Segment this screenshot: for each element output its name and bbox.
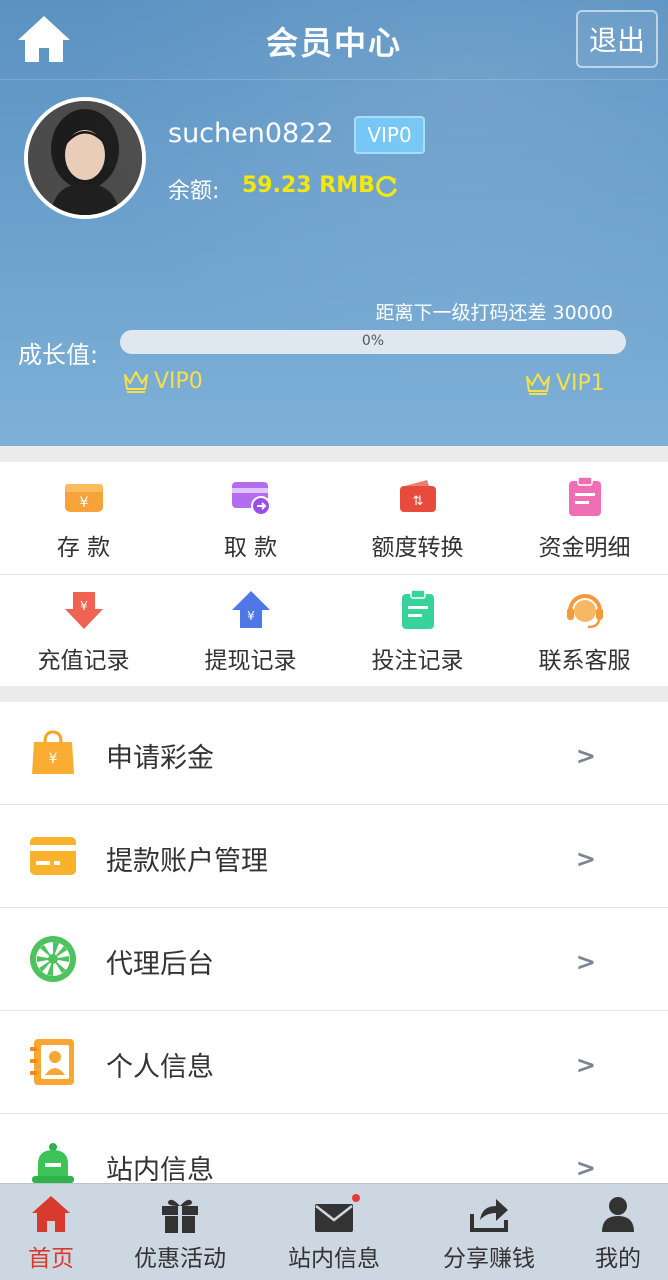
crown-icon <box>124 371 148 393</box>
username: suchen0822 <box>168 118 334 149</box>
nav-label: 分享赚钱 <box>443 1246 535 1272</box>
nav-mine[interactable]: 我的 <box>568 1184 668 1280</box>
contact-book-icon <box>30 1039 74 1085</box>
agent-wheel-icon <box>30 936 76 982</box>
list-item-apply-bonus[interactable]: ¥ 申请彩金 > <box>0 702 668 805</box>
list-item-withdraw-accounts[interactable]: 提款账户管理 > <box>0 805 668 908</box>
list-item-personal-info[interactable]: 个人信息 > <box>0 1011 668 1114</box>
bonus-bag-icon: ¥ <box>32 730 74 774</box>
chevron-right-icon: > <box>575 948 596 976</box>
balance-value: 59.23 RMB <box>242 173 375 198</box>
logout-button[interactable]: 退出 <box>576 10 658 68</box>
svg-text:¥: ¥ <box>80 495 89 511</box>
svg-text:¥: ¥ <box>247 609 255 623</box>
current-level: VIP0 <box>122 368 203 394</box>
grid-item-recharge-record[interactable]: ¥ 充值记录 <box>0 575 167 686</box>
grid-label: 联系客服 <box>538 648 631 674</box>
balance-label: 余额: <box>168 179 220 204</box>
grid-label: 额度转换 <box>371 535 464 561</box>
user-icon <box>602 1197 634 1232</box>
current-level-label: VIP0 <box>154 368 203 394</box>
recharge-record-icon: ¥ <box>65 592 103 629</box>
next-level-requirement: 距离下一级打码还差 30000 <box>375 302 613 324</box>
divider <box>0 686 668 702</box>
chevron-right-icon: > <box>575 845 596 873</box>
gift-icon <box>162 1199 198 1233</box>
grid-item-transfer[interactable]: ⇅ 额度转换 <box>334 462 501 573</box>
list-item-label: 代理后台 <box>106 949 214 980</box>
divider <box>0 446 668 462</box>
withdraw-record-icon: ¥ <box>232 591 270 628</box>
menu-list: ¥ 申请彩金 > 提款账户管理 > 代理后台 > 个人信息 > 站内信息 > <box>0 702 668 1217</box>
list-item-label: 个人信息 <box>106 1052 214 1083</box>
grid-label: 存 款 <box>56 535 111 561</box>
svg-text:⇅: ⇅ <box>413 494 424 509</box>
chevron-right-icon: > <box>575 1154 596 1182</box>
nav-promotions[interactable]: 优惠活动 <box>102 1184 258 1280</box>
growth-label: 成长值: <box>18 341 99 369</box>
grid-item-customer-service[interactable]: 联系客服 <box>501 575 668 686</box>
svg-text:¥: ¥ <box>80 599 88 613</box>
avatar[interactable] <box>24 97 146 219</box>
function-grid: ¥ 存 款 取 款 ⇅ 额度转换 资金明细 ¥ 充值记录 ¥ 提现记录 投注记录… <box>0 462 668 686</box>
growth-progress-text: 0% <box>361 333 385 349</box>
growth-progress-bar: 0% <box>120 330 626 354</box>
home-icon[interactable] <box>14 12 74 66</box>
grid-label: 资金明细 <box>538 535 631 561</box>
bank-card-icon <box>30 837 76 875</box>
nav-label: 我的 <box>595 1246 641 1272</box>
list-item-agent-backend[interactable]: 代理后台 > <box>0 908 668 1011</box>
refresh-icon[interactable] <box>374 173 400 199</box>
nav-home[interactable]: 首页 <box>0 1184 102 1280</box>
deposit-icon: ¥ <box>65 484 103 512</box>
bottom-nav: 首页 优惠活动 站内信息 分享赚钱 我的 <box>0 1183 668 1280</box>
bet-record-icon <box>402 589 434 629</box>
grid-item-bet-record[interactable]: 投注记录 <box>334 575 501 686</box>
nav-label: 优惠活动 <box>134 1246 226 1272</box>
next-level: VIP1 <box>524 370 605 396</box>
grid-label: 取 款 <box>223 535 278 561</box>
list-item-label: 站内信息 <box>106 1155 214 1186</box>
transfer-wallet-icon: ⇅ <box>400 480 436 512</box>
grid-label: 充值记录 <box>37 648 130 674</box>
vip-badge: VIP0 <box>354 116 425 154</box>
unread-dot <box>352 1194 360 1202</box>
page-title: 会员中心 <box>265 24 402 62</box>
customer-service-icon <box>567 594 603 629</box>
chevron-right-icon: > <box>575 1051 596 1079</box>
nav-share-earn[interactable]: 分享赚钱 <box>410 1184 568 1280</box>
mail-icon <box>315 1204 353 1232</box>
top-bar: 会员中心 退出 <box>0 0 668 80</box>
grid-item-fund-details[interactable]: 资金明细 <box>501 462 668 573</box>
fund-details-icon <box>569 476 601 516</box>
grid-label: 投注记录 <box>371 648 464 674</box>
home-icon <box>32 1196 70 1232</box>
nav-label: 站内信息 <box>288 1246 380 1272</box>
chevron-right-icon: > <box>575 742 596 770</box>
grid-item-deposit[interactable]: ¥ 存 款 <box>0 462 167 573</box>
grid-item-withdraw[interactable]: 取 款 <box>167 462 334 573</box>
grid-label: 提现记录 <box>204 648 297 674</box>
grid-item-withdraw-record[interactable]: ¥ 提现记录 <box>167 575 334 686</box>
withdraw-card-icon <box>232 482 271 516</box>
profile-header: 会员中心 退出 suchen0822 VIP0 余额: 59.23 RMB 距离… <box>0 0 668 446</box>
nav-label: 首页 <box>28 1246 74 1272</box>
list-item-label: 申请彩金 <box>106 743 214 774</box>
list-item-label: 提款账户管理 <box>106 846 268 877</box>
crown-icon <box>526 373 550 395</box>
nav-messages[interactable]: 站内信息 <box>258 1184 410 1280</box>
svg-text:¥: ¥ <box>49 751 58 767</box>
next-level-label: VIP1 <box>556 370 605 396</box>
share-icon <box>470 1199 508 1232</box>
